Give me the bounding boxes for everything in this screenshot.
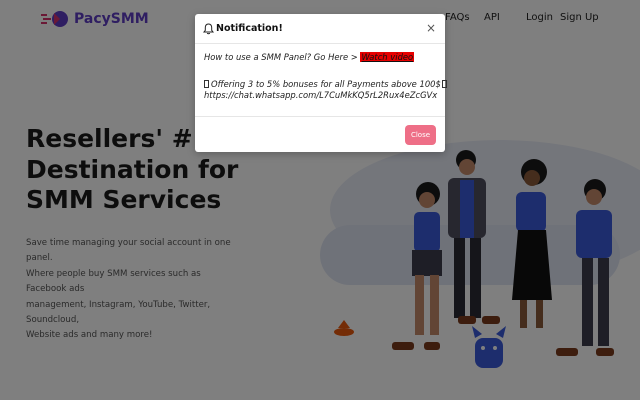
- emoji-placeholder-icon: [441, 79, 447, 88]
- tutorial-line: How to use a SMM Panel? Go Here > Watch …: [204, 52, 440, 64]
- modal-header: Notification! ×: [195, 14, 445, 44]
- modal-body: How to use a SMM Panel? Go Here > Watch …: [204, 52, 447, 102]
- offer-line: Offering 3 to 5% bonuses for all Payment…: [204, 78, 447, 91]
- offer-text: Offering 3 to 5% bonuses for all Payment…: [211, 78, 441, 89]
- close-icon[interactable]: ×: [426, 21, 436, 35]
- bell-icon: [203, 23, 214, 35]
- offer-block: Offering 3 to 5% bonuses for all Payment…: [204, 78, 447, 102]
- whatsapp-link[interactable]: https://chat.whatsapp.com/L7CuMkKQ5rL2Ru…: [204, 90, 440, 102]
- close-button[interactable]: Close: [405, 125, 436, 145]
- modal-footer: Close: [195, 116, 445, 152]
- notification-modal: Notification! × How to use a SMM Panel? …: [195, 14, 447, 152]
- watch-video-link[interactable]: Watch video: [360, 52, 415, 62]
- modal-title: Notification!: [216, 23, 283, 34]
- tutorial-text: How to use a SMM Panel? Go Here >: [204, 52, 361, 62]
- emoji-placeholder-icon: [204, 79, 209, 88]
